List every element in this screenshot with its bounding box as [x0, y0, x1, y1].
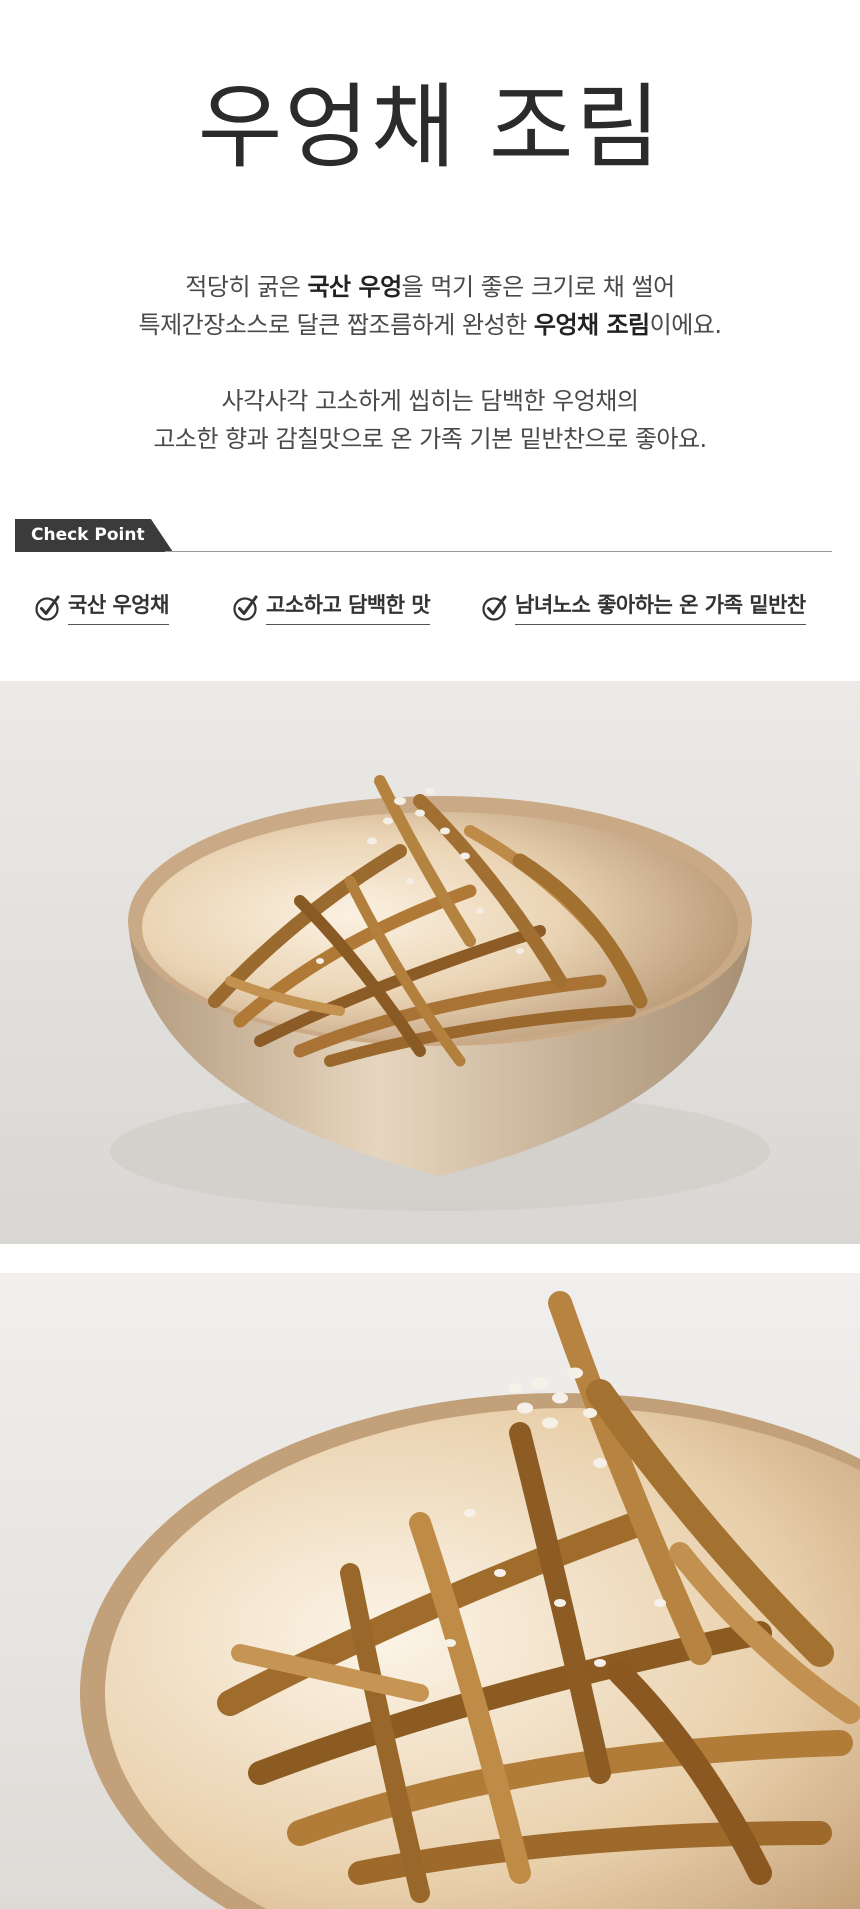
- check-circle-icon: [233, 595, 258, 621]
- check-circle-icon: [35, 595, 60, 621]
- check-point-text: 국산 우엉채: [68, 592, 169, 625]
- check-point-item: 고소하고 담백한 맛: [232, 592, 431, 632]
- divider: [165, 551, 832, 552]
- check-point-header: Check Point: [15, 519, 832, 553]
- product-photo-bowl: [0, 681, 860, 1244]
- description-line: 적당히 굵은 국산 우엉을 먹기 좋은 크기로 채 썰어: [185, 273, 675, 301]
- description-line: 고소한 향과 감칠맛으로 온 가족 기본 밑반찬으로 좋아요.: [153, 425, 707, 453]
- check-point-text: 고소하고 담백한 맛: [266, 592, 431, 625]
- check-point-list: 국산 우엉채 고소하고 담백한 맛 남녀노소 좋아하는 온 가족 밑반찬: [0, 592, 860, 632]
- product-photo-closeup: [0, 1273, 860, 1909]
- check-point-label: Check Point: [15, 519, 173, 552]
- product-title: 우엉채 조림: [197, 74, 663, 181]
- description-line: 사각사각 고소하게 씹히는 담백한 우엉채의: [221, 387, 639, 415]
- check-point-item: 남녀노소 좋아하는 온 가족 밑반찬: [481, 592, 806, 632]
- check-point-text: 남녀노소 좋아하는 온 가족 밑반찬: [515, 592, 806, 625]
- burdock-bowl-image: [0, 681, 860, 1244]
- burdock-closeup-image: [0, 1273, 860, 1909]
- description-paragraph-1: 적당히 굵은 국산 우엉을 먹기 좋은 크기로 채 썰어 특제간장소스로 달큰 …: [0, 268, 860, 344]
- description-paragraph-2: 사각사각 고소하게 씹히는 담백한 우엉채의 고소한 향과 감칠맛으로 온 가족…: [0, 382, 860, 458]
- product-detail-page: 우엉채 조림 적당히 굵은 국산 우엉을 먹기 좋은 크기로 채 썰어 특제간장…: [0, 0, 860, 1909]
- check-point-item: 국산 우엉채: [34, 592, 169, 632]
- check-circle-icon: [482, 595, 507, 621]
- description-line: 특제간장소스로 달큰 짭조름하게 완성한 우엉채 조림이에요.: [138, 311, 722, 339]
